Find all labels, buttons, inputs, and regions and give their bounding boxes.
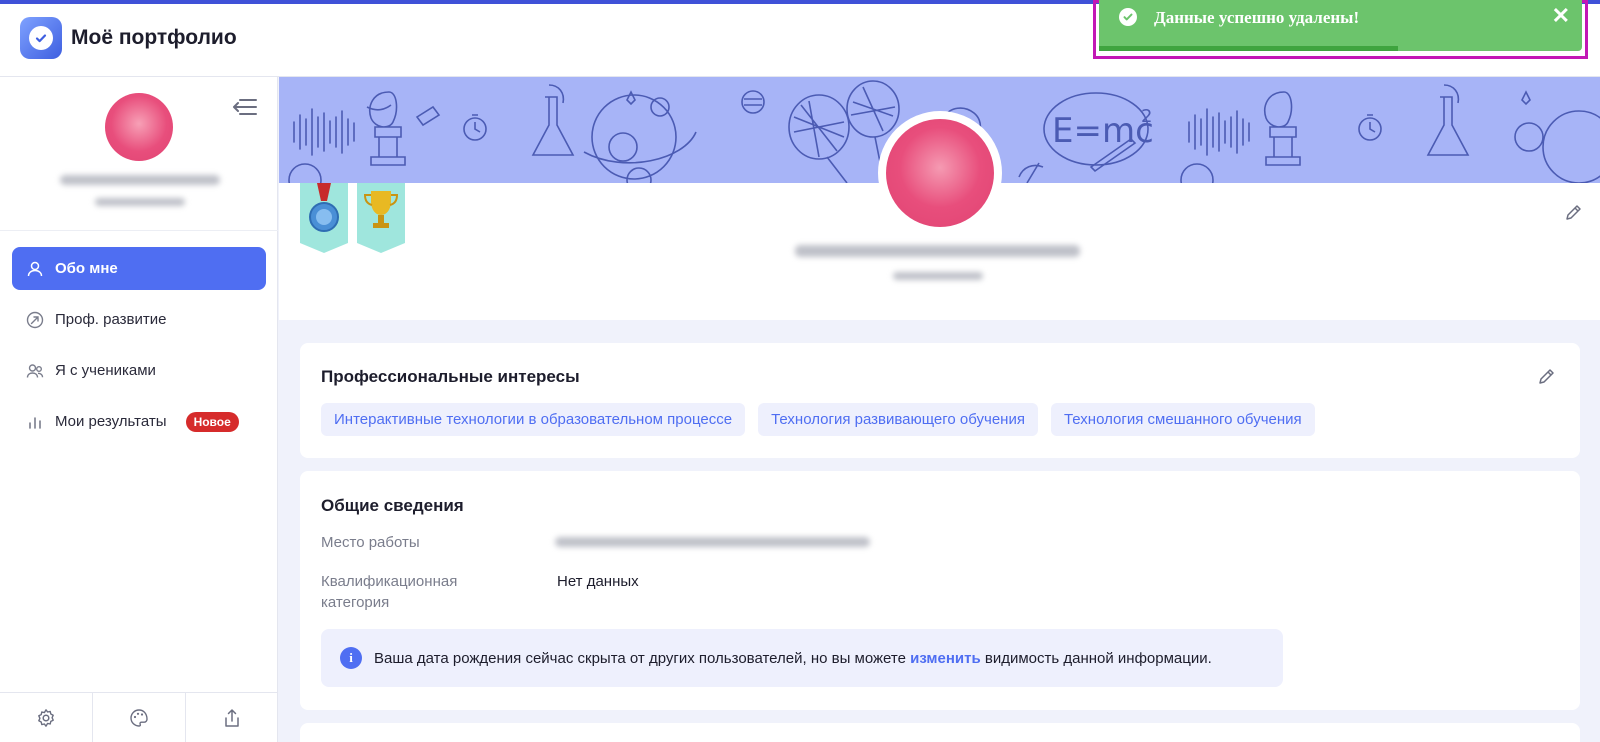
sidebar-item-students[interactable]: Я с учениками (12, 349, 266, 392)
settings-button[interactable] (0, 693, 93, 742)
students-icon (26, 362, 44, 380)
trophy-award-icon[interactable] (357, 183, 405, 253)
edit-interests-pencil-icon[interactable] (1536, 367, 1556, 387)
avatar[interactable] (886, 119, 994, 227)
qualification-label: Квалификационная (321, 573, 458, 590)
svg-text:2: 2 (1141, 106, 1152, 127)
sidebar-item-prof-development[interactable]: Проф. развитие (12, 298, 266, 341)
user-role-redacted (95, 198, 185, 206)
sidebar-item-label: Я с учениками (55, 362, 156, 379)
new-badge: Новое (185, 411, 239, 432)
sidebar-nav: Обо мне Проф. развитие Я с учениками Мои… (12, 247, 266, 451)
qualification-label-line2: категория (321, 594, 390, 611)
sidebar-item-label: Обо мне (55, 260, 118, 277)
svg-text:E=mc: E=mc (1052, 111, 1154, 151)
general-info-card: Общие сведения Место работы Квалификацио… (300, 471, 1580, 710)
check-circle-icon (1119, 8, 1137, 26)
close-icon[interactable]: ✕ (1552, 3, 1570, 29)
interest-chip[interactable]: Технология смешанного обучения (1050, 403, 1315, 436)
workplace-value-redacted (555, 537, 870, 547)
notice-text: Ваша дата рождения сейчас скрыта от друг… (374, 650, 1212, 667)
interests-card: Профессиональные интересы Интерактивные … (300, 343, 1580, 458)
settings-icon (38, 708, 54, 727)
qualification-value: Нет данных (557, 573, 639, 590)
sidebar-item-label: Проф. развитие (55, 311, 167, 328)
sidebar-item-label: Мои результаты (55, 413, 167, 430)
edit-profile-pencil-icon[interactable] (1563, 203, 1583, 223)
sidebar-item-about[interactable]: Обо мне (12, 247, 266, 290)
workplace-label: Место работы (321, 534, 420, 551)
profile-role-redacted (893, 272, 983, 280)
app-title: Моё портфолио (71, 26, 237, 49)
interest-chip[interactable]: Технология развивающего обучения (758, 403, 1038, 436)
palette-icon (130, 708, 148, 727)
notice-text-after: видимость данной информации. (984, 649, 1212, 667)
sidebar-divider (0, 230, 278, 231)
growth-icon (26, 311, 44, 329)
sidebar-bottom-toolbar (0, 692, 278, 742)
sidebar: Обо мне Проф. развитие Я с учениками Мои… (0, 77, 278, 742)
user-icon (26, 260, 44, 278)
theme-button[interactable] (93, 693, 186, 742)
sidebar-item-results[interactable]: Мои результаты Новое (12, 400, 266, 443)
change-visibility-link[interactable]: изменить (910, 650, 981, 667)
interest-chips: Интерактивные технологии в образовательн… (321, 403, 1315, 436)
medal-award-icon[interactable] (300, 183, 348, 253)
toast-progress-bar (1099, 46, 1399, 51)
notice-text-before: Ваша дата рождения сейчас скрыта от друг… (374, 649, 906, 667)
birthdate-visibility-notice: i Ваша дата рождения сейчас скрыта от др… (321, 629, 1283, 687)
check-logo-icon (29, 26, 53, 50)
info-icon: i (340, 647, 362, 669)
success-toast: Данные успешно удалены! ✕ (1099, 0, 1582, 51)
avatar[interactable] (105, 93, 173, 161)
general-info-title: Общие сведения (321, 496, 464, 515)
interests-title: Профессиональные интересы (321, 367, 580, 386)
share-icon (225, 708, 239, 727)
share-button[interactable] (186, 693, 278, 742)
collapse-sidebar-icon[interactable] (230, 97, 258, 117)
user-name-redacted (60, 175, 220, 185)
profile-name-redacted (795, 245, 1080, 257)
app-logo[interactable] (20, 17, 62, 59)
next-card (300, 723, 1580, 742)
interest-chip[interactable]: Интерактивные технологии в образовательн… (321, 403, 746, 436)
toast-message: Данные успешно удалены! (1154, 8, 1360, 27)
chart-icon (26, 413, 44, 431)
